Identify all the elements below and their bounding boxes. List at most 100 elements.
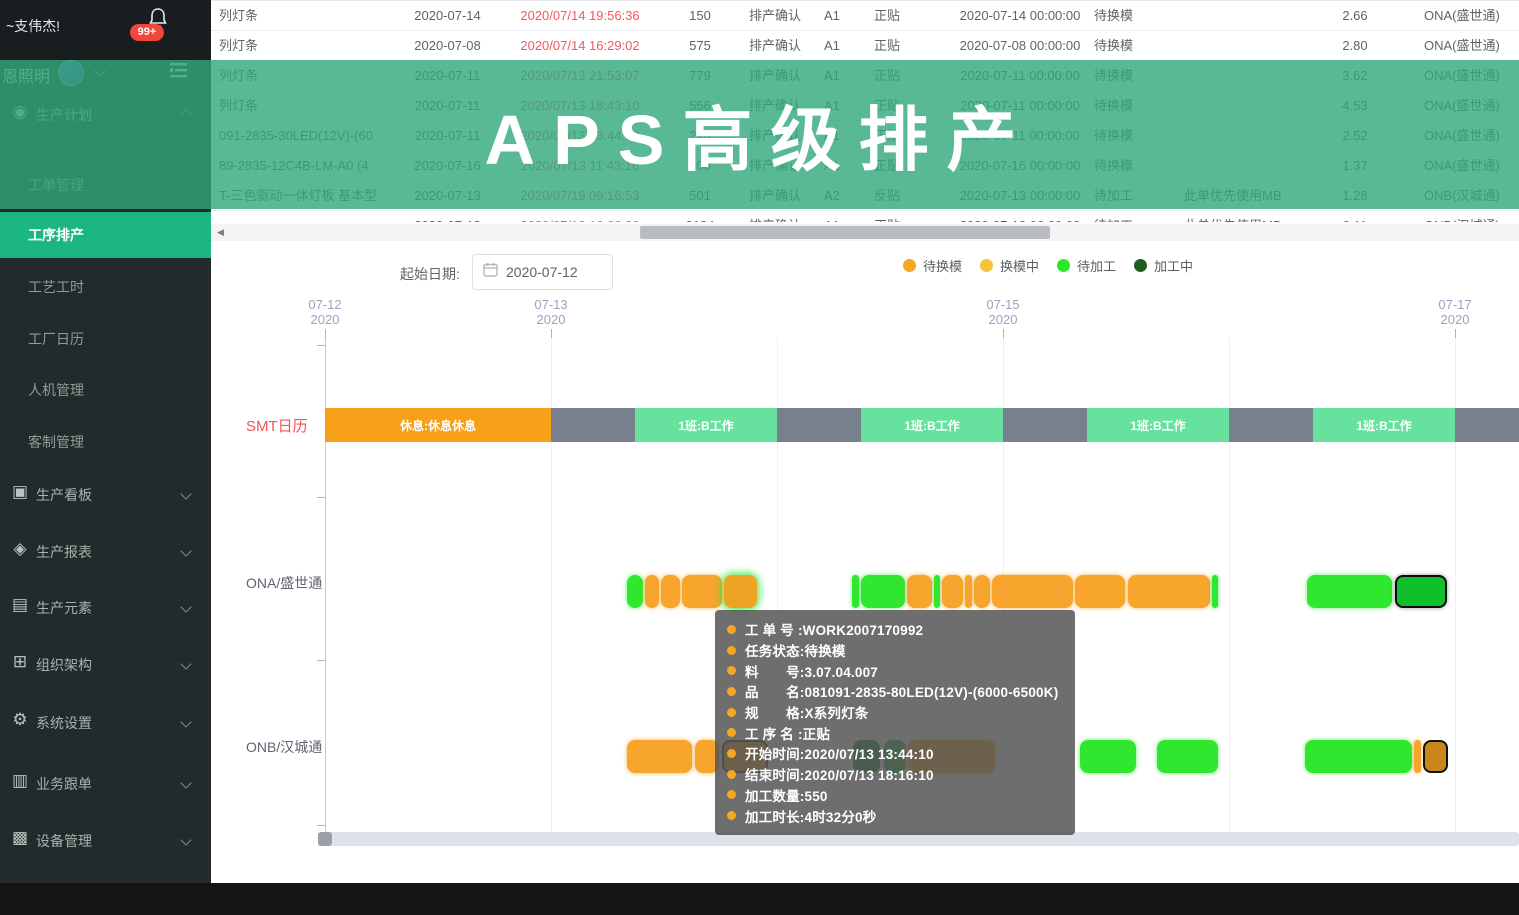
- tooltip-text: 加工时长:4时32分0秒: [745, 809, 877, 825]
- sidebar-item-生产报表[interactable]: ◈ 生产报表: [0, 537, 211, 565]
- gantt-row-label-ONA/盛世通: ONA/盛世通: [246, 575, 323, 591]
- calendar-segment-off[interactable]: [1455, 408, 1519, 442]
- table-cell: 待换模: [1094, 38, 1134, 53]
- onb-task-bar[interactable]: [1414, 740, 1421, 773]
- legend-label: 待加工: [1077, 259, 1117, 274]
- ona-task-bar[interactable]: [645, 575, 659, 608]
- table-cell: 正贴: [874, 8, 901, 23]
- tooltip-line: 结束时间:2020/07/13 18:16:10: [727, 764, 1063, 785]
- table-cell: [211, 211, 390, 222]
- table-row[interactable]: 2020-07-122020/07/18 16:06:202184排产确认A1正…: [211, 211, 1519, 222]
- calendar-segment-work[interactable]: 1班:B工作: [635, 408, 777, 442]
- ona-task-bar[interactable]: [627, 575, 643, 608]
- sidebar-item-业务跟单[interactable]: ▥ 业务跟单: [0, 769, 211, 797]
- sidebar-header: ~支伟杰! 99+: [0, 0, 211, 60]
- calendar-segment-work[interactable]: 1班:B工作: [1087, 408, 1229, 442]
- table-cell: 列灯条: [219, 8, 259, 23]
- calendar-segment-off[interactable]: [551, 408, 635, 442]
- table-row[interactable]: 列灯条 2020-07-08 2020/07/14 16:29:02 575 排产确认 A…: [211, 31, 1519, 61]
- elements-icon: ▤: [11, 595, 29, 614]
- table-cell: 150: [689, 8, 711, 23]
- ona-task-bar[interactable]: [907, 575, 932, 608]
- table-scrollbar-thumb[interactable]: [640, 226, 1050, 239]
- table-cell: 2020-07-12: [390, 211, 505, 222]
- calendar-segment-off[interactable]: [1229, 408, 1313, 442]
- bullet-dot-icon: [727, 624, 736, 634]
- start-date-input[interactable]: 2020-07-12: [472, 254, 613, 290]
- ona-task-bar[interactable]: [661, 575, 680, 608]
- tooltip-text: 规 格:X系列灯条: [745, 706, 869, 722]
- calendar-segment-off[interactable]: [1003, 408, 1087, 442]
- watermark-banner: APS高级排产: [0, 60, 1519, 209]
- dashboard-icon: ▣: [11, 482, 29, 501]
- chevron-down-icon: [180, 601, 192, 613]
- ona-task-bar[interactable]: [1395, 575, 1447, 608]
- table-cell: 排产确认: [749, 8, 802, 23]
- sidebar-subitem-人机管理[interactable]: 人机管理: [0, 367, 211, 413]
- sidebar-item-组织架构[interactable]: ⊞ 组织架构: [0, 650, 211, 678]
- gear-icon: ⚙: [12, 710, 28, 729]
- axis-tick: [551, 329, 552, 338]
- start-date-label: 起始日期:: [400, 266, 460, 282]
- ona-task-bar[interactable]: [965, 575, 972, 608]
- sidebar-item-label: 生产元素: [36, 600, 92, 616]
- calendar-segment-work[interactable]: 1班:B工作: [861, 408, 1003, 442]
- onb-task-bar[interactable]: [627, 740, 692, 773]
- table-cell: 2020/07/14 16:29:02: [520, 38, 640, 53]
- table-row[interactable]: 列灯条 2020-07-14 2020/07/14 19:56:36 150 排产确认 A…: [211, 1, 1519, 31]
- calendar-icon: [483, 262, 498, 282]
- tooltip-text: 加工数量:550: [745, 788, 828, 804]
- onb-task-bar[interactable]: [1305, 740, 1412, 773]
- sidebar-item-生产看板[interactable]: ▣ 生产看板: [0, 480, 211, 508]
- legend-label: 加工中: [1154, 259, 1194, 274]
- table-cell: A1: [820, 211, 870, 222]
- sidebar-item-设备管理[interactable]: ▩ 设备管理: [0, 826, 211, 854]
- scroll-left-arrow-icon[interactable]: ◀: [217, 227, 224, 238]
- spine-tick: [317, 825, 325, 826]
- onb-task-bar[interactable]: [1157, 740, 1218, 773]
- sidebar-item-label: 业务跟单: [36, 776, 92, 792]
- sidebar-subitem-工艺工时[interactable]: 工艺工时: [0, 264, 211, 310]
- sidebar-subitem-客制管理[interactable]: 客制管理: [0, 419, 211, 465]
- ona-task-bar[interactable]: [974, 575, 990, 608]
- axis-tick: [325, 329, 326, 338]
- ona-task-bar[interactable]: [724, 575, 757, 608]
- task-tooltip: 工 单 号 :WORK2007170992 任务状态:待换模料 号:3.07.04…: [715, 610, 1075, 835]
- ona-task-bar[interactable]: [942, 575, 963, 608]
- table-horizontal-scrollbar[interactable]: ◀: [211, 224, 1519, 241]
- sidebar-item-系统设置[interactable]: ⚙ 系统设置: [0, 708, 211, 736]
- chevron-down-icon: [180, 777, 192, 789]
- calendar-segment-off[interactable]: [777, 408, 861, 442]
- onb-task-bar[interactable]: [1080, 740, 1136, 773]
- sidebar-subitem-工序排产[interactable]: 工序排产: [0, 212, 211, 258]
- calendar-segment-rest[interactable]: 休息:休息休息: [325, 408, 551, 442]
- sidebar-item-生产元素[interactable]: ▤ 生产元素: [0, 593, 211, 621]
- table-cell: 2020-07-08 00:00:00: [959, 38, 1081, 53]
- ona-task-bar[interactable]: [934, 575, 940, 608]
- ona-task-bar[interactable]: [682, 575, 722, 608]
- table-cell: 2184: [655, 211, 745, 222]
- chevron-down-icon: [180, 658, 192, 670]
- ona-task-bar[interactable]: [1075, 575, 1125, 608]
- ona-task-bar[interactable]: [1307, 575, 1392, 608]
- welcome-text: ~支伟杰!: [6, 18, 61, 34]
- ona-task-bar[interactable]: [852, 575, 859, 608]
- org-structure-icon: ⊞: [12, 652, 28, 671]
- sidebar-item-label: 系统设置: [36, 715, 92, 731]
- ona-task-bar[interactable]: [1212, 575, 1218, 608]
- tooltip-line: 规 格:X系列灯条: [727, 702, 1063, 723]
- tooltip-line: 加工数量:550: [727, 785, 1063, 806]
- table-cell: 2.80: [1342, 38, 1368, 53]
- ona-task-bar[interactable]: [861, 575, 905, 608]
- table-cell: 待加工: [1090, 211, 1180, 222]
- table-cell: 2020-07-14 00:00:00: [959, 8, 1081, 23]
- aps-scheduling-page: ~支伟杰! 99+ 恩照明 ◉生产计划工单管理工序: [0, 0, 1519, 915]
- notification-badge[interactable]: 99+: [130, 24, 164, 41]
- gantt-scrollbar-thumb[interactable]: [318, 832, 332, 846]
- sidebar-subitem-工厂日历[interactable]: 工厂日历: [0, 316, 211, 362]
- calendar-segment-work[interactable]: 1班:B工作: [1313, 408, 1455, 442]
- onb-task-bar[interactable]: [1423, 740, 1448, 773]
- ona-task-bar[interactable]: [1128, 575, 1210, 608]
- table-cell: A1: [824, 8, 840, 23]
- ona-task-bar[interactable]: [992, 575, 1073, 608]
